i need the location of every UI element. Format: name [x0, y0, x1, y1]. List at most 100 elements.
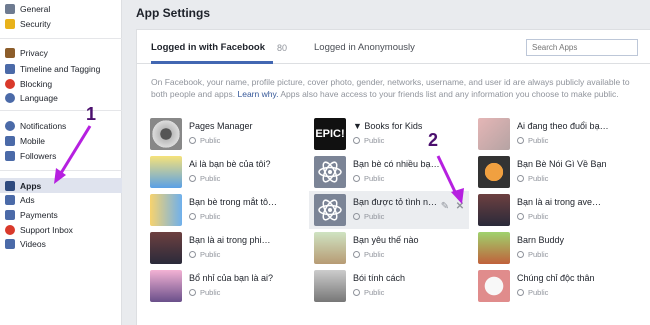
sidebar-item-timeline[interactable]: Timeline and Tagging — [0, 61, 122, 76]
sidebar-item-label: Apps — [20, 180, 42, 191]
heroes-icon — [150, 232, 182, 264]
app-name: Ai đang theo đuổi bạ… — [517, 121, 609, 131]
app-name: Pages Manager — [189, 121, 253, 131]
app-tile[interactable]: Bạn là ai trong ave… Public — [473, 191, 633, 229]
tab-logged-in-facebook[interactable]: Logged in with Facebook — [151, 42, 265, 53]
globe-icon — [517, 213, 524, 220]
pencil-icon[interactable]: ✎ — [439, 201, 451, 213]
app-tile[interactable]: Ai đang theo đuổi bạ… Public — [473, 115, 633, 153]
globe-icon — [517, 137, 524, 144]
privacy-label: Public — [200, 174, 221, 183]
app-tile[interactable]: Bạn yêu thế nào Public — [309, 229, 469, 267]
sidebar-item-label: Followers — [20, 150, 57, 161]
stamp-icon — [478, 270, 510, 302]
apps-panel: Logged in with Facebook 80 Logged in Ano… — [136, 29, 650, 325]
app-privacy: Public — [353, 250, 384, 259]
sidebar-item-notifications[interactable]: Notifications — [0, 118, 122, 133]
globe-icon — [189, 175, 196, 182]
sidebar-item-general[interactable]: General — [0, 1, 122, 16]
sidebar-item-label: Blocking — [20, 78, 53, 89]
apps-grid-icon — [5, 180, 15, 191]
sidebar-item-blocking[interactable]: Blocking — [0, 76, 122, 91]
people-icon — [150, 156, 182, 188]
avatar-icon — [478, 156, 510, 188]
cartoon-icon — [150, 270, 182, 302]
app-tile[interactable]: Bạn là ai trong phi… Public — [145, 229, 305, 267]
sidebar-item-label: Security — [20, 18, 51, 29]
app-tile[interactable]: Bạn Bè Nói Gì Về Bạn Public — [473, 153, 633, 191]
sidebar-item-mobile[interactable]: Mobile — [0, 133, 122, 148]
app-privacy: Public — [517, 212, 548, 221]
epic-logo-icon: EPIC! — [314, 118, 346, 150]
app-privacy: Public — [189, 174, 220, 183]
privacy-label: Public — [528, 288, 549, 297]
lock-icon — [5, 47, 15, 58]
privacy-label: Public — [528, 250, 549, 259]
app-name: Bạn được tỏ tình n… — [353, 197, 437, 207]
app-privacy: Public — [517, 250, 548, 259]
globe-icon — [517, 289, 524, 296]
app-tile[interactable]: Bạn bè trong mắt tô… Public — [145, 191, 305, 229]
sidebar-item-label: Notifications — [20, 120, 67, 131]
app-tile[interactable]: Barn Buddy Public — [473, 229, 633, 267]
app-tile[interactable]: EPIC! ▼ Books for Kids Public — [309, 115, 469, 153]
privacy-label: Public — [200, 250, 221, 259]
sidebar-item-support-inbox[interactable]: Support Inbox — [0, 222, 122, 237]
app-privacy: Public — [189, 288, 220, 297]
app-privacy: Public — [353, 136, 384, 145]
tab-count: 80 — [277, 43, 288, 53]
app-tile[interactable]: Bạn bè có nhiều bạ… Public — [309, 153, 469, 191]
tab-logged-in-anonymously[interactable]: Logged in Anonymously — [314, 42, 415, 53]
privacy-label: Public — [364, 212, 385, 221]
description-text: Apps also have access to your friends li… — [278, 89, 619, 99]
page-title: App Settings — [136, 6, 210, 20]
atom-icon — [314, 156, 346, 188]
annotation-number-2: 2 — [428, 130, 439, 150]
main-content: App Settings Logged in with Facebook 80 … — [122, 0, 650, 325]
app-privacy: Public — [189, 250, 220, 259]
tab-active-indicator — [151, 61, 273, 64]
privacy-label: Public — [364, 288, 385, 297]
app-privacy: Public — [353, 212, 384, 221]
app-tile[interactable]: Pages Manager Public — [145, 115, 305, 153]
globe-icon — [517, 175, 524, 182]
globe-icon — [353, 213, 360, 220]
privacy-label: Public — [200, 212, 221, 221]
sidebar-item-language[interactable]: Language — [0, 90, 122, 105]
app-tile[interactable]: Chúng chỉ độc thân Public — [473, 267, 633, 305]
sidebar-item-ads[interactable]: Ads — [0, 192, 122, 207]
app-name: Bạn là ai trong phi… — [189, 235, 271, 245]
app-tile[interactable]: Bổ nhỉ của bạn là ai? Public — [145, 267, 305, 305]
sidebar-item-security[interactable]: Security — [0, 16, 122, 31]
privacy-label: Public — [528, 136, 549, 145]
search-apps-input[interactable] — [526, 39, 638, 56]
love-icon — [314, 232, 346, 264]
privacy-label: Public — [364, 174, 385, 183]
sidebar-item-videos[interactable]: Videos — [0, 236, 122, 251]
apps-description: On Facebook, your name, profile picture,… — [151, 76, 641, 100]
friends-icon — [150, 194, 182, 226]
annotation-number-1: 1 — [86, 104, 97, 124]
app-tile[interactable]: Ai là bạn bè của tôi? Public — [145, 153, 305, 191]
sidebar-divider — [0, 110, 122, 111]
sidebar-item-followers[interactable]: Followers — [0, 148, 122, 163]
sidebar-item-apps[interactable]: Apps — [0, 178, 122, 193]
globe-icon — [189, 289, 196, 296]
sidebar-item-payments[interactable]: Payments — [0, 207, 122, 222]
photo-collage-icon — [478, 118, 510, 150]
privacy-label: Public — [364, 250, 385, 259]
app-privacy: Public — [517, 288, 548, 297]
app-tile[interactable]: Bói tính cách Public — [309, 267, 469, 305]
app-privacy: Public — [517, 136, 548, 145]
globe-icon — [353, 137, 360, 144]
app-name: Bạn Bè Nói Gì Về Bạn — [517, 159, 607, 169]
app-tile[interactable]: Bạn được tỏ tình n… Public ✎ ✕ — [309, 191, 469, 229]
globe-icon — [353, 175, 360, 182]
lifebuoy-icon — [5, 224, 15, 235]
heroes-icon — [478, 194, 510, 226]
sidebar-item-label: Ads — [20, 194, 35, 205]
privacy-label: Public — [528, 174, 549, 183]
sidebar-item-privacy[interactable]: Privacy — [0, 45, 122, 60]
close-icon[interactable]: ✕ — [454, 201, 466, 213]
learn-why-link[interactable]: Learn why. — [238, 89, 279, 99]
